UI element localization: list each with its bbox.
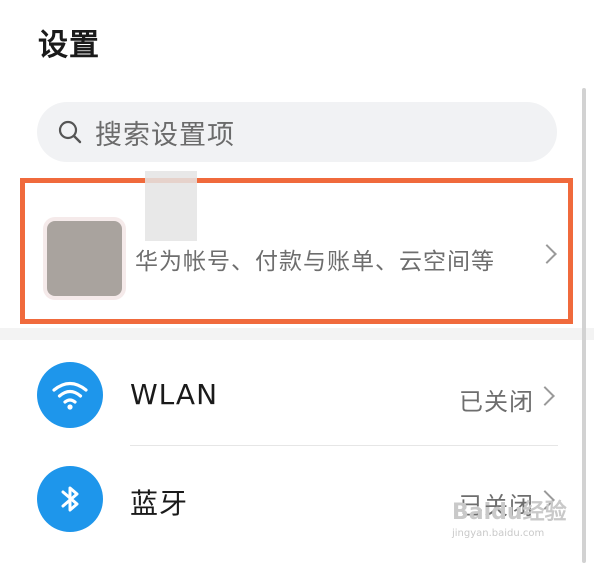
page-title: 设置 [38, 28, 100, 63]
wlan-label: WLAN [130, 378, 219, 411]
row-divider [130, 445, 558, 446]
wlan-status: 已关闭 [459, 388, 534, 416]
chevron-right-icon [537, 244, 557, 264]
watermark: Baidu经验 jingyan.baidu.com [452, 500, 567, 539]
section-divider [0, 328, 594, 340]
wifi-icon [37, 362, 103, 428]
search-icon [58, 120, 82, 144]
account-card[interactable]: 华为帐号、付款与账单、云空间等 [20, 171, 573, 324]
bluetooth-label: 蓝牙 [130, 487, 189, 520]
avatar [47, 221, 122, 296]
bluetooth-icon [37, 466, 103, 532]
scrollbar[interactable] [582, 88, 586, 563]
search-placeholder: 搜索设置项 [95, 119, 235, 151]
search-input[interactable]: 搜索设置项 [37, 102, 557, 162]
account-name-redacted [145, 171, 197, 241]
settings-row-wlan[interactable]: WLAN 已关闭 [0, 346, 594, 446]
account-description: 华为帐号、付款与账单、云空间等 [135, 249, 495, 275]
chevron-right-icon [535, 386, 555, 406]
